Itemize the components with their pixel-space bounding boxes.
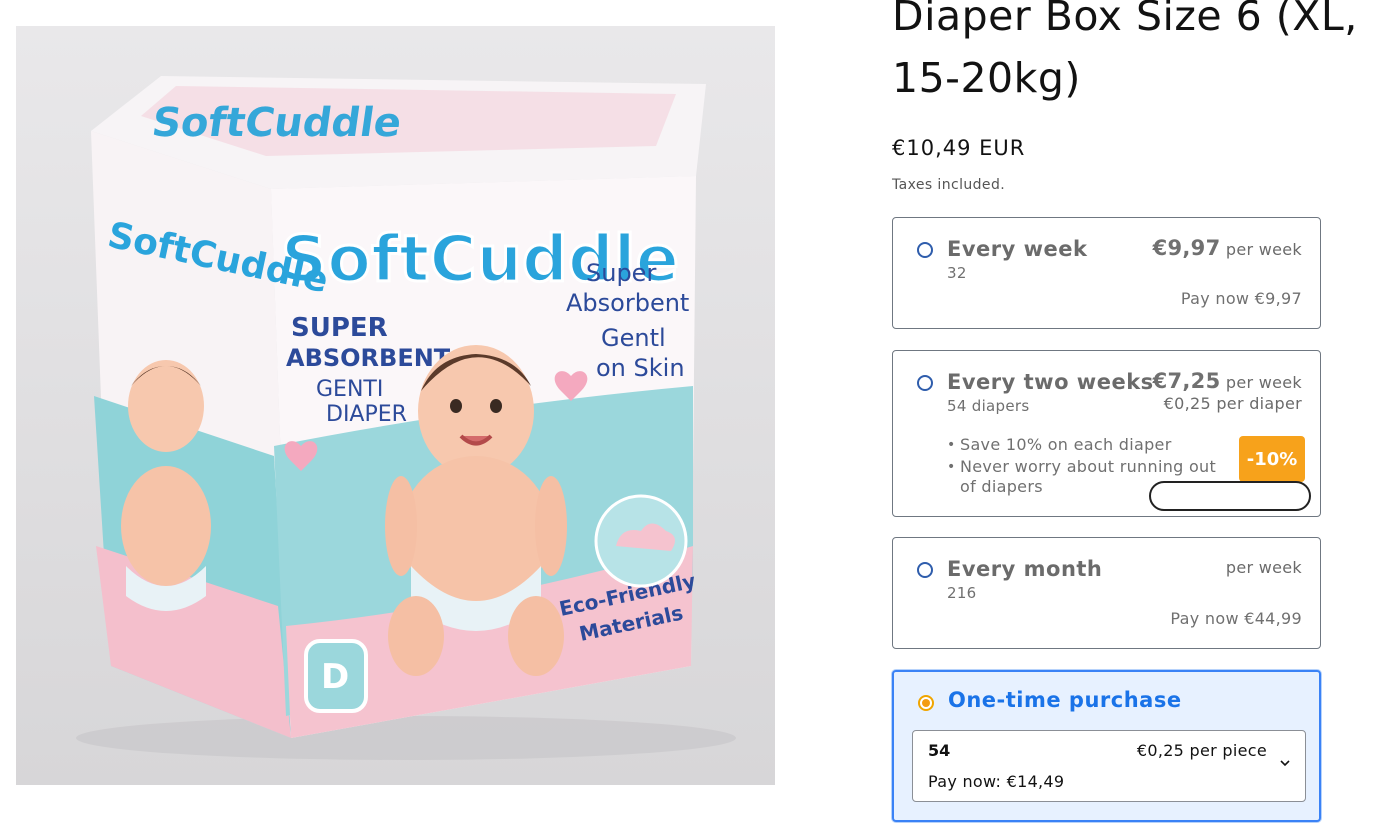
svg-text:SoftCuddle: SoftCuddle <box>149 100 404 146</box>
option-price-value: €9,97 <box>1152 236 1221 260</box>
option-price: €7,25 per week <box>1153 369 1302 393</box>
option-price-unit: per week <box>1225 373 1302 392</box>
benefit-item: Save 10% on each diaper <box>947 435 1237 455</box>
svg-text:Absorbent: Absorbent <box>566 289 689 317</box>
highlight-pill <box>1149 481 1311 511</box>
option-pay-now: Pay now €44,99 <box>1170 609 1302 628</box>
option-subtitle: 216 <box>947 584 977 602</box>
product-price: €10,49 EUR <box>892 136 1026 160</box>
svg-text:D: D <box>321 657 349 697</box>
option-pay-now: Pay now €9,97 <box>1180 289 1302 308</box>
option-radio[interactable] <box>917 242 933 258</box>
option-price-unit: per week <box>1225 240 1302 259</box>
option-subtitle: 54 diapers <box>947 397 1030 415</box>
product-title: Diaper Box Size 6 (XL, 15-20kg) <box>892 0 1358 102</box>
option-name: One-time purchase <box>948 688 1182 712</box>
option-radio[interactable] <box>917 562 933 578</box>
option-radio-selected[interactable] <box>918 695 934 711</box>
svg-text:DIAPER: DIAPER <box>326 402 407 427</box>
svg-text:Super: Super <box>586 259 656 287</box>
discount-badge: -10% <box>1239 436 1305 482</box>
option-price-value: €7,25 <box>1152 369 1221 393</box>
option-every-month[interactable]: Every month 216 per week Pay now €44,99 <box>892 537 1321 649</box>
svg-text:on Skin: on Skin <box>596 354 685 382</box>
option-per-item: €0,25 per diaper <box>1163 394 1302 413</box>
svg-text:ABSORBENT: ABSORBENT <box>286 344 451 372</box>
diaper-box-illustration: SoftCuddle SoftCuddle SUPER ABSORBENT GE… <box>16 26 775 785</box>
quantity-select[interactable]: 54 €0,25 per piece Pay now: €14,49 <box>912 730 1306 802</box>
option-name: Every week <box>947 237 1088 261</box>
svg-text:SUPER: SUPER <box>291 313 388 343</box>
select-quantity: 54 <box>928 741 951 760</box>
option-one-time-purchase[interactable]: One-time purchase 54 €0,25 per piece Pay… <box>892 670 1321 822</box>
option-subtitle: 32 <box>947 264 967 282</box>
option-name: Every two weeks <box>947 370 1154 394</box>
option-every-week[interactable]: Every week 32 €9,97 per week Pay now €9,… <box>892 217 1321 329</box>
option-price-unit: per week <box>1225 558 1302 577</box>
select-pay-now: Pay now: €14,49 <box>928 772 1065 791</box>
select-unit-price: €0,25 per piece <box>1136 741 1267 760</box>
product-image[interactable]: SoftCuddle SoftCuddle SUPER ABSORBENT GE… <box>16 26 775 785</box>
svg-text:Gentl: Gentl <box>601 324 666 352</box>
option-price: €9,97 per week <box>1153 236 1302 260</box>
tax-note: Taxes included. <box>892 177 1006 193</box>
option-name: Every month <box>947 557 1103 581</box>
option-every-two-weeks[interactable]: Every two weeks 54 diapers €7,25 per wee… <box>892 350 1321 517</box>
option-radio[interactable] <box>917 375 933 391</box>
chevron-down-icon[interactable] <box>1279 757 1291 769</box>
svg-text:GENTI: GENTI <box>316 377 383 402</box>
